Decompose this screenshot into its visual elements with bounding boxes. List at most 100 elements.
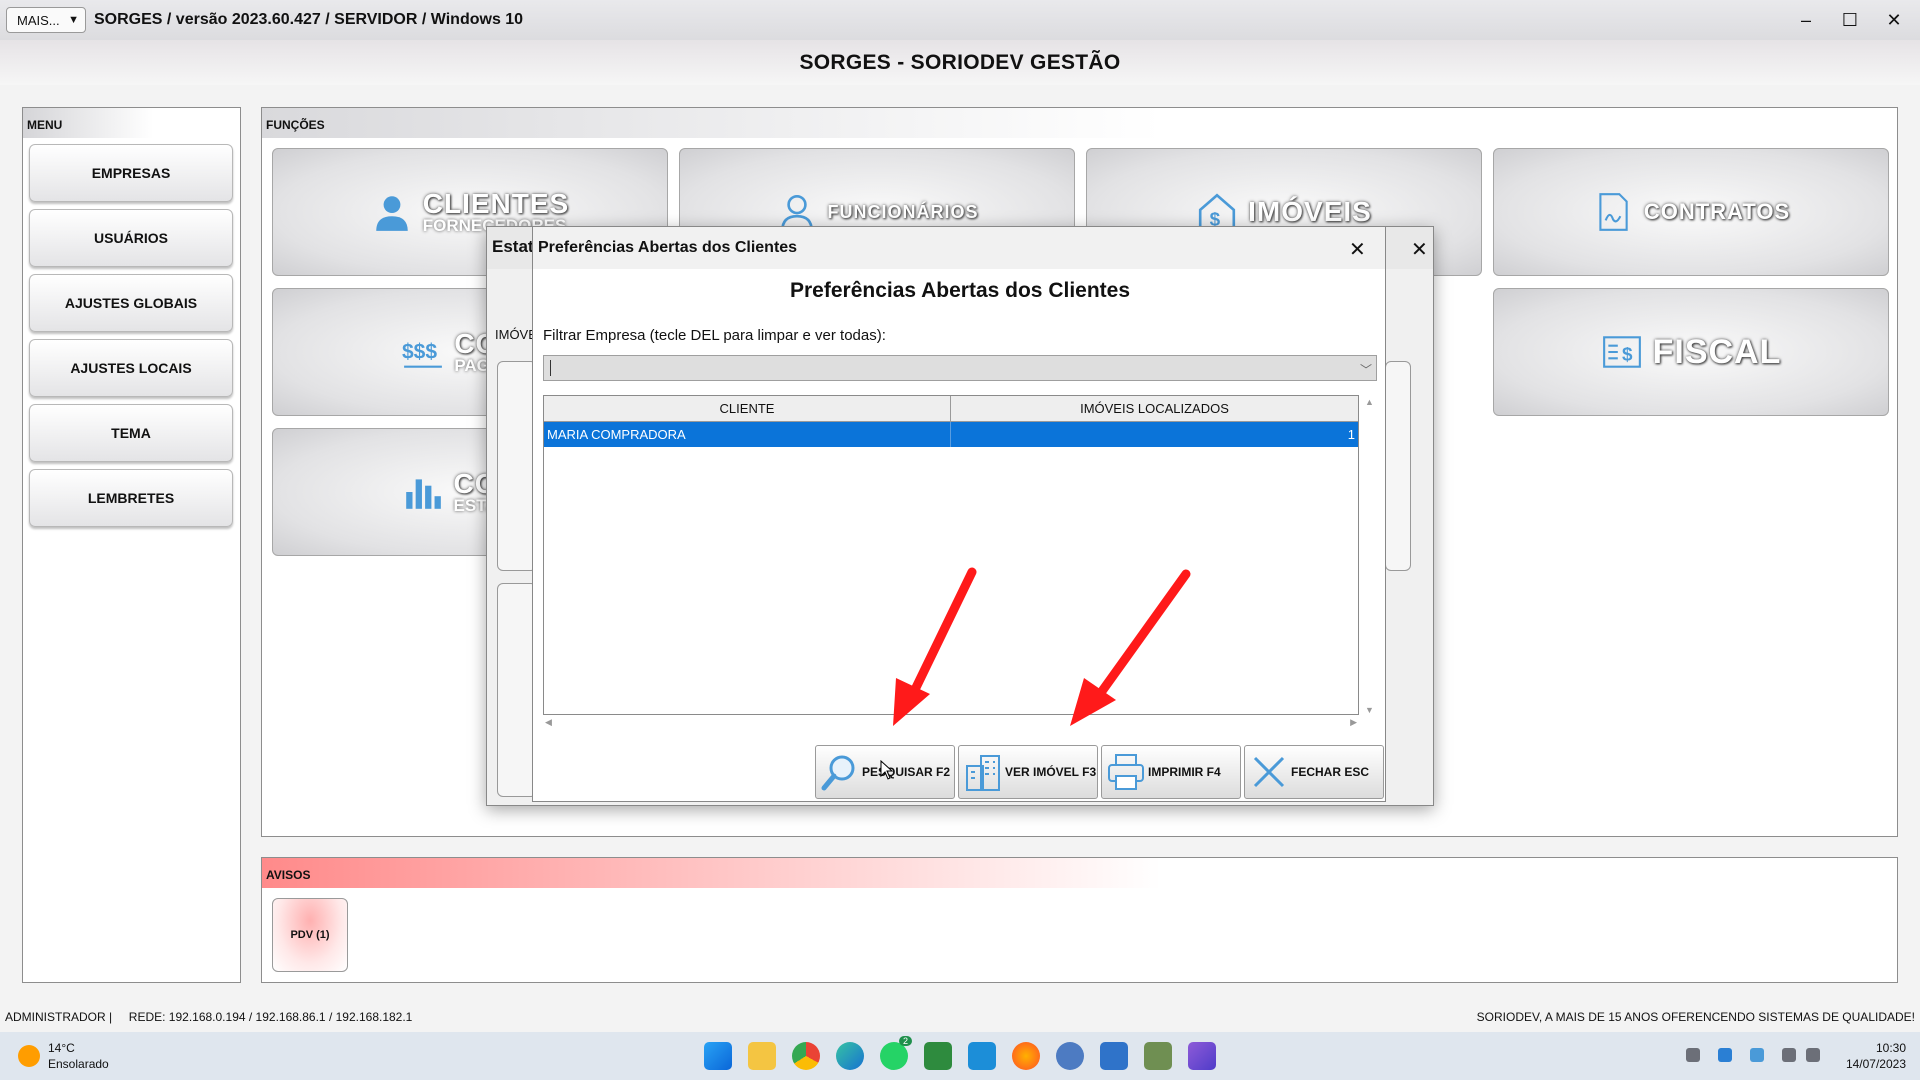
estatisticas-dialog-title: Estat bbox=[492, 237, 534, 256]
tile-fiscal[interactable]: $ FISCAL bbox=[1493, 288, 1889, 416]
file-explorer-icon[interactable] bbox=[748, 1042, 776, 1070]
tile-contratos[interactable]: CONTRATOS bbox=[1493, 148, 1889, 276]
volume-icon[interactable] bbox=[1806, 1048, 1820, 1062]
minimize-icon: – bbox=[1800, 9, 1811, 30]
usb-icon[interactable] bbox=[1686, 1048, 1700, 1062]
estatisticas-tab[interactable]: IMÓVE bbox=[495, 327, 537, 342]
filter-empresa-label: Filtrar Empresa (tecle DEL para limpar e… bbox=[543, 327, 886, 344]
estatisticas-card bbox=[497, 583, 537, 797]
filter-empresa-select[interactable]: ﹀ bbox=[543, 355, 1377, 381]
column-header-cliente[interactable]: CLIENTE bbox=[544, 396, 951, 421]
status-left: ADMINISTRADOR | REDE: 192.168.0.194 / 19… bbox=[5, 1010, 413, 1024]
windows-start-icon[interactable] bbox=[704, 1042, 732, 1070]
table-row[interactable]: MARIA COMPRADORA 1 bbox=[544, 422, 1358, 447]
taskbar-clock[interactable]: 10:30 14/07/2023 bbox=[1846, 1040, 1906, 1072]
ver-imovel-label: VER IMÓVEL F3 bbox=[1005, 765, 1097, 779]
tile-clientes-label: CLIENTES bbox=[422, 188, 570, 219]
status-right: SORIODEV, A MAIS DE 15 ANOS OFERENCENDO … bbox=[1476, 1010, 1915, 1024]
column-header-imoveis[interactable]: IMÓVEIS LOCALIZADOS bbox=[951, 396, 1358, 421]
tile-fiscal-label: FISCAL bbox=[1652, 332, 1782, 371]
security-shield-icon[interactable] bbox=[1718, 1048, 1732, 1062]
close-icon: ✕ bbox=[1349, 239, 1366, 261]
tile-imoveis-label: IMÓVEIS bbox=[1248, 196, 1372, 227]
mais-dropdown-button[interactable]: MAIS... ▼ bbox=[6, 7, 86, 33]
menu-ajustes-locais-button[interactable]: AJUSTES LOCAIS bbox=[29, 339, 233, 397]
firefox-icon[interactable] bbox=[1012, 1042, 1040, 1070]
svg-text:$: $ bbox=[1622, 344, 1633, 365]
close-icon: ✕ bbox=[1886, 9, 1902, 30]
invoice-icon: $ bbox=[1602, 336, 1641, 368]
scroll-right-icon[interactable]: ▶ bbox=[1350, 717, 1357, 728]
bar-chart-icon bbox=[405, 479, 441, 509]
text-cursor bbox=[550, 360, 551, 376]
weather-widget[interactable]: 14°C Ensolarado bbox=[18, 1040, 109, 1072]
app-title: SORGES - SORIODEV GESTÃO bbox=[799, 50, 1121, 74]
dialog-heading: Preferências Abertas dos Clientes bbox=[789, 279, 1131, 302]
estatisticas-close-button[interactable]: ✕ bbox=[1411, 237, 1428, 262]
minimize-button[interactable]: – bbox=[1786, 6, 1826, 34]
person-icon bbox=[376, 196, 408, 231]
preferencias-dialog: Preferências Abertas dos Clientes ✕ Pref… bbox=[532, 226, 1386, 802]
spreadsheet-icon[interactable] bbox=[924, 1042, 952, 1070]
onedrive-icon[interactable] bbox=[1750, 1048, 1764, 1062]
clientes-grid: CLIENTE IMÓVEIS LOCALIZADOS MARIA COMPRA… bbox=[543, 395, 1359, 715]
taskbar: 14°C Ensolarado 2 10:30 14/07/2023 bbox=[0, 1032, 1920, 1080]
edge-icon[interactable] bbox=[836, 1042, 864, 1070]
pesquisar-label: PESQUISAR F2 bbox=[862, 765, 951, 779]
grid-horizontal-scrollbar[interactable]: ◀ ▶ bbox=[543, 717, 1359, 731]
cell-imoveis: 1 bbox=[1347, 427, 1355, 442]
menu-tema-button[interactable]: TEMA bbox=[29, 404, 233, 462]
status-bar: ADMINISTRADOR | REDE: 192.168.0.194 / 19… bbox=[0, 1006, 1920, 1026]
chevron-down-icon: ▼ bbox=[68, 14, 79, 26]
money-icon: $$$ bbox=[402, 340, 443, 368]
maximize-icon: ☐ bbox=[1841, 9, 1859, 30]
menu-usuarios-button[interactable]: USUÁRIOS bbox=[29, 209, 233, 267]
sorges-app-icon[interactable] bbox=[1144, 1042, 1172, 1070]
menu-panel: MENU EMPRESAS USUÁRIOS AJUSTES GLOBAIS A… bbox=[22, 107, 241, 983]
pdv-notice-button[interactable]: PDV (1) bbox=[272, 898, 348, 972]
scroll-up-icon[interactable]: ▲ bbox=[1365, 397, 1374, 407]
app-title-bar: SORGES - SORIODEV GESTÃO bbox=[0, 40, 1920, 85]
mouse-cursor-icon bbox=[880, 760, 894, 780]
menu-heading: MENU bbox=[23, 108, 240, 138]
menu-ajustes-globais-button[interactable]: AJUSTES GLOBAIS bbox=[29, 274, 233, 332]
clock-time: 10:30 bbox=[1875, 1041, 1906, 1055]
video-editor-icon[interactable] bbox=[1188, 1042, 1216, 1070]
preferencias-close-button[interactable]: ✕ bbox=[1349, 237, 1366, 262]
menu-lembretes-button[interactable]: LEMBRETES bbox=[29, 469, 233, 527]
chevron-down-icon[interactable]: ﹀ bbox=[1360, 361, 1372, 378]
estatisticas-card bbox=[1385, 361, 1411, 571]
imprimir-label: IMPRIMIR F4 bbox=[1148, 765, 1221, 779]
buildings-icon bbox=[966, 755, 1000, 791]
grid-vertical-scrollbar[interactable]: ▲ ▼ bbox=[1363, 395, 1377, 715]
network-icon[interactable] bbox=[1782, 1048, 1796, 1062]
magnifier-icon bbox=[821, 755, 855, 791]
weather-desc: Ensolarado bbox=[48, 1057, 109, 1071]
close-window-button[interactable]: ✕ bbox=[1874, 6, 1914, 34]
close-icon: ✕ bbox=[1411, 239, 1428, 261]
avisos-panel: AVISOS bbox=[261, 857, 1898, 983]
tile-contratos-label: CONTRATOS bbox=[1643, 199, 1791, 224]
whatsapp-icon[interactable]: 2 bbox=[880, 1036, 912, 1070]
preferencias-dialog-title: Preferências Abertas dos Clientes bbox=[538, 239, 798, 256]
sun-icon bbox=[18, 1045, 40, 1067]
chrome-icon[interactable] bbox=[792, 1042, 820, 1070]
mais-label: MAIS... bbox=[17, 12, 60, 28]
clock-date: 14/07/2023 bbox=[1845, 1057, 1906, 1071]
funcoes-heading: FUNÇÕES bbox=[262, 108, 1897, 138]
document-icon bbox=[1599, 193, 1628, 231]
imprimir-button[interactable]: IMPRIMIR F4 bbox=[1101, 745, 1241, 799]
settings-gear-icon[interactable] bbox=[1056, 1042, 1084, 1070]
notepad-icon[interactable] bbox=[1100, 1042, 1128, 1070]
estatisticas-card bbox=[497, 361, 537, 571]
mail-icon[interactable] bbox=[968, 1042, 996, 1070]
fechar-button[interactable]: FECHAR ESC bbox=[1244, 745, 1384, 799]
weather-temp: 14°C bbox=[48, 1041, 75, 1055]
close-x-icon bbox=[1253, 756, 1285, 788]
scroll-down-icon[interactable]: ▼ bbox=[1365, 705, 1374, 715]
ver-imovel-button[interactable]: VER IMÓVEL F3 bbox=[958, 745, 1098, 799]
menu-empresas-button[interactable]: EMPRESAS bbox=[29, 144, 233, 202]
maximize-button[interactable]: ☐ bbox=[1830, 6, 1870, 34]
scroll-left-icon[interactable]: ◀ bbox=[545, 717, 552, 728]
whatsapp-badge: 2 bbox=[898, 1036, 912, 1046]
